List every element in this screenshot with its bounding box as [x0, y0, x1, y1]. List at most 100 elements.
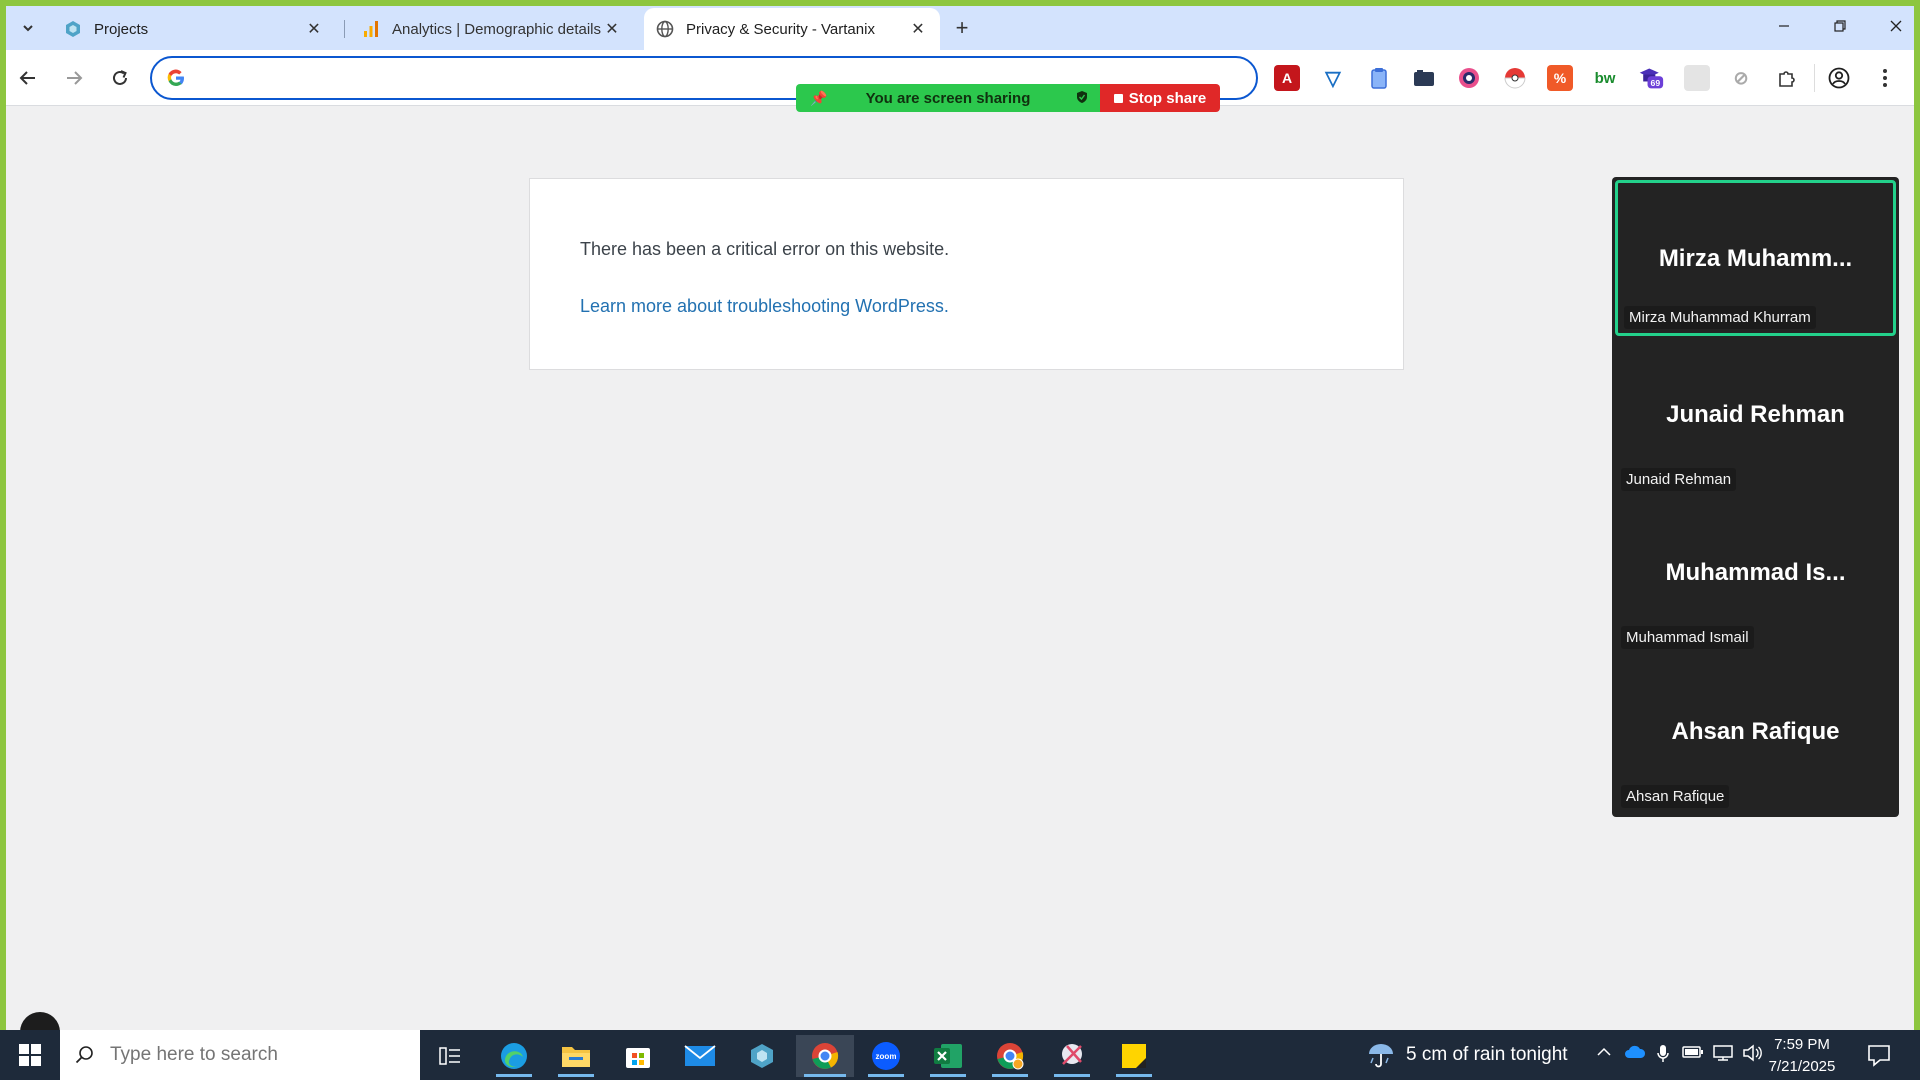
participant-tile[interactable]: Ahsan Rafique Ahsan Rafique [1615, 656, 1896, 812]
toolbar-divider [1814, 64, 1815, 92]
participant-display-name: Junaid Rehman [1666, 401, 1845, 428]
participant-display-name: Muhammad Is... [1665, 559, 1846, 586]
edge-browser-icon[interactable] [488, 1035, 540, 1077]
tab-analytics[interactable]: Analytics | Demographic details ✕ [350, 8, 634, 50]
globe-icon [656, 20, 674, 38]
forward-button[interactable] [60, 64, 88, 92]
clipboard-icon[interactable] [1366, 65, 1392, 91]
search-icon [60, 1045, 110, 1065]
close-tab-icon[interactable]: ✕ [602, 19, 622, 39]
participant-name-label: Ahsan Rafique [1621, 785, 1730, 808]
arrow-left-icon [19, 71, 35, 85]
arrow-right-icon [67, 71, 83, 85]
participant-tile[interactable]: Junaid Rehman Junaid Rehman [1615, 339, 1896, 495]
troubleshooting-link[interactable]: Learn more about troubleshooting WordPre… [580, 296, 949, 317]
critical-error-text: There has been a critical error on this … [580, 239, 950, 259]
participant-tile[interactable]: Mirza Muhamm... Mirza Muhammad Khurram [1615, 180, 1896, 336]
mail-icon[interactable] [674, 1035, 726, 1077]
menu-icon[interactable] [1872, 65, 1898, 91]
profile-icon[interactable] [1826, 65, 1852, 91]
microphone-icon[interactable] [1656, 1044, 1670, 1069]
reload-button[interactable] [106, 64, 134, 92]
weather-widget[interactable]: 5 cm of rain tonight [1366, 1030, 1568, 1080]
hexagon-app-icon[interactable] [736, 1035, 788, 1077]
start-button[interactable] [0, 1030, 60, 1080]
task-view-icon[interactable] [424, 1035, 476, 1077]
store-icon[interactable] [612, 1035, 664, 1077]
taskbar: zoom 5 cm of rain tonight 7:59 PM 7/21/2… [0, 1030, 1920, 1080]
stop-share-label: Stop share [1128, 89, 1207, 107]
close-icon [1890, 20, 1902, 32]
participant-name-label: Muhammad Ismail [1621, 626, 1754, 649]
stop-square-icon [1113, 93, 1123, 103]
screen-share-banner: 📌 You are screen sharing Stop share [796, 84, 1220, 112]
color-picker-icon[interactable] [1456, 65, 1482, 91]
pokeball-icon[interactable] [1502, 65, 1528, 91]
restore-button[interactable] [1818, 12, 1862, 40]
sticky-notes-icon[interactable] [1108, 1035, 1160, 1077]
battery-icon[interactable] [1682, 1044, 1704, 1064]
close-tab-icon[interactable]: ✕ [908, 19, 928, 39]
participant-name-label: Mirza Muhammad Khurram [1624, 306, 1816, 329]
minimize-button[interactable] [1762, 12, 1806, 40]
compass-icon[interactable]: ⊘ [1728, 65, 1754, 91]
participant-name-label: Junaid Rehman [1621, 468, 1737, 491]
back-button[interactable] [14, 64, 42, 92]
chevron-up-icon[interactable] [1596, 1044, 1612, 1065]
shield-check-icon [1076, 90, 1088, 107]
tab-privacy-security[interactable]: Privacy & Security - Vartanix ✕ [644, 8, 940, 50]
weather-text: 5 cm of rain tonight [1406, 1044, 1568, 1065]
puzzle-icon[interactable] [1774, 65, 1800, 91]
grammar-hat-icon[interactable]: 69 [1638, 65, 1664, 91]
participants-panel: Mirza Muhamm... Mirza Muhammad Khurram J… [1612, 177, 1899, 817]
onedrive-cloud-icon[interactable] [1624, 1044, 1646, 1065]
bw-icon[interactable]: bw [1592, 65, 1618, 91]
browser-window: Projects ✕ Analytics | Demographic detai… [6, 6, 1914, 1030]
tab-title: Projects [94, 20, 149, 38]
volume-icon[interactable] [1742, 1044, 1762, 1067]
address-input[interactable] [196, 66, 796, 90]
new-tab-button[interactable]: + [950, 15, 974, 40]
file-explorer-icon[interactable] [550, 1035, 602, 1077]
error-message-box: There has been a critical error on this … [529, 178, 1404, 370]
tab-search-button[interactable] [14, 14, 42, 42]
clock-time: 7:59 PM [1774, 1036, 1830, 1053]
percent-icon[interactable]: % [1547, 65, 1573, 91]
tab-projects[interactable]: Projects ✕ [52, 8, 336, 50]
google-icon [167, 69, 184, 87]
tab-strip: Projects ✕ Analytics | Demographic detai… [6, 6, 1914, 50]
minimize-icon [1779, 25, 1789, 27]
notification-icon[interactable] [1866, 1042, 1892, 1068]
chrome-profile-icon[interactable] [984, 1035, 1036, 1077]
blank-extension-icon[interactable] [1684, 65, 1710, 91]
hexagon-app-icon [64, 20, 82, 38]
system-clock[interactable]: 7:59 PM 7/21/2025 [1760, 1034, 1844, 1078]
close-window-button[interactable] [1874, 12, 1918, 40]
share-status[interactable]: 📌 You are screen sharing [796, 84, 1100, 112]
participant-display-name: Mirza Muhamm... [1658, 245, 1853, 272]
chevron-down-icon [23, 25, 33, 32]
acrobat-icon[interactable]: A [1274, 65, 1300, 91]
stop-share-button[interactable]: Stop share [1100, 84, 1220, 112]
excel-icon[interactable] [922, 1035, 974, 1077]
snipping-tool-icon[interactable] [1046, 1035, 1098, 1077]
participant-tile[interactable]: Muhammad Is... Muhammad Ismail [1615, 497, 1896, 653]
taskbar-search-input[interactable] [110, 1044, 390, 1066]
tab-title: Privacy & Security - Vartanix [686, 20, 875, 38]
camera-icon[interactable] [1411, 65, 1437, 91]
clock-date: 7/21/2025 [1768, 1058, 1836, 1075]
close-tab-icon[interactable]: ✕ [304, 19, 324, 39]
restore-icon [1834, 20, 1846, 32]
network-icon[interactable] [1712, 1044, 1734, 1067]
participant-display-name: Ahsan Rafique [1671, 718, 1840, 745]
zoom-icon[interactable]: zoom [860, 1035, 912, 1077]
chrome-icon[interactable] [796, 1035, 854, 1077]
tab-title: Analytics | Demographic details [392, 20, 601, 38]
windows-logo-icon [19, 1044, 41, 1066]
umbrella-rain-icon [1369, 1044, 1393, 1068]
pin-icon: 📌 [810, 90, 828, 106]
svg-text:zoom: zoom [876, 1052, 897, 1061]
taskbar-search[interactable] [60, 1030, 420, 1080]
vpn-shield-icon[interactable]: ▽ [1320, 65, 1346, 91]
extension-badge-count: 69 [1651, 78, 1661, 88]
